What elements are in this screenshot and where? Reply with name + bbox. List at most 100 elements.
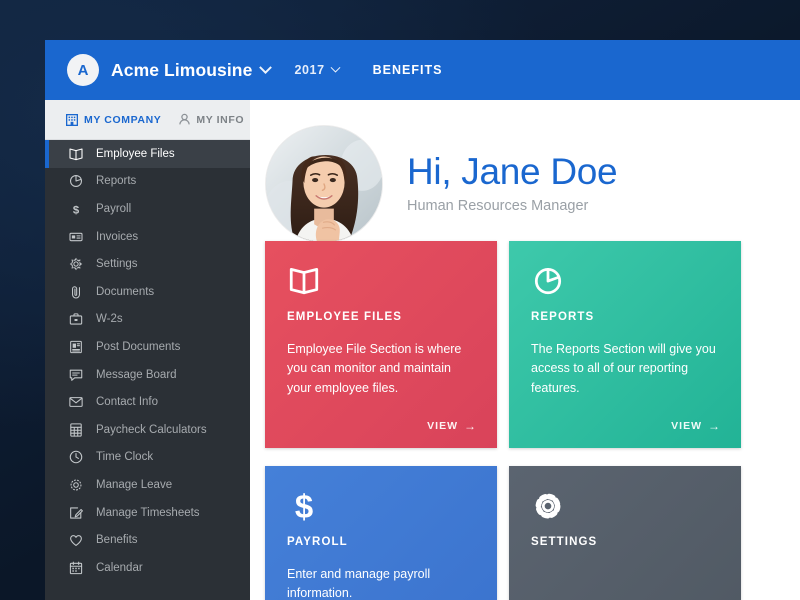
building-icon [65, 113, 79, 127]
sidebar-item-label: Settings [96, 258, 138, 271]
sidebar-item-invoices[interactable]: Invoices [45, 223, 250, 251]
chat-icon [67, 366, 84, 383]
sidebar-item-label: Employee Files [96, 147, 175, 160]
tab-my-info[interactable]: MY INFO [177, 113, 244, 127]
card-view-label: VIEW [427, 420, 458, 432]
sidebar-item-reports[interactable]: Reports [45, 168, 250, 196]
sidebar-item-benefits[interactable]: Benefits [45, 526, 250, 554]
svg-text:$: $ [72, 204, 79, 216]
year-label: 2017 [294, 63, 325, 77]
dollar-icon: $ [67, 200, 84, 217]
card-description: Enter and manage payroll information. [287, 567, 431, 600]
sidebar-item-settings[interactable]: Settings [45, 250, 250, 278]
card-title: EMPLOYEE FILES [287, 311, 403, 323]
card-payroll[interactable]: $ PAYROLL Enter and manage payroll informa… [265, 466, 497, 600]
sidebar-tab-bar: MY COMPANY MY INFO [45, 100, 250, 140]
sidebar-item-label: Post Documents [96, 340, 181, 353]
main-panel: Hi, Jane Doe Human Resources Manager EMP… [250, 100, 800, 600]
book-icon [67, 145, 84, 162]
sun-icon [67, 476, 84, 493]
card-view-link[interactable]: VIEW → [427, 420, 477, 432]
sidebar-item-post-documents[interactable]: Post Documents [45, 333, 250, 361]
dollar-icon: $ [287, 488, 477, 528]
company-name: Acme Limousine [111, 59, 253, 80]
sidebar-item-label: Reports [96, 175, 137, 188]
sidebar-item-label: Calendar [96, 561, 143, 574]
arrow-right-icon: → [464, 419, 477, 433]
top-navigation-bar: A Acme Limousine 2017 BENEFITS [45, 40, 800, 100]
card-icon [67, 228, 84, 245]
greeting-section: Hi, Jane Doe Human Resources Manager [250, 100, 800, 243]
dashboard-card-grid: EMPLOYEE FILES Employee File Section is w… [250, 241, 800, 600]
sidebar-item-label: Payroll [96, 202, 132, 215]
sidebar-item-label: Manage Leave [96, 478, 173, 491]
heart-icon [67, 532, 84, 549]
sidebar-item-paycheck-calculators[interactable]: Paycheck Calculators [45, 416, 250, 444]
card-title: SETTINGS [531, 536, 598, 548]
app-window: A Acme Limousine 2017 BENEFITS MY COMPAN… [45, 40, 800, 600]
sidebar-item-documents[interactable]: Documents [45, 278, 250, 306]
book-icon [287, 263, 477, 303]
sidebar-item-payroll[interactable]: $ Payroll [45, 195, 250, 223]
sidebar-item-contact-info[interactable]: Contact Info [45, 388, 250, 416]
pie-chart-icon [67, 173, 84, 190]
sidebar-item-label: Manage Timesheets [96, 506, 200, 519]
calculator-icon [67, 421, 84, 438]
gear-icon [67, 256, 84, 273]
company-selector[interactable]: Acme Limousine [99, 59, 273, 81]
gear-icon [531, 488, 721, 528]
svg-text:$: $ [295, 488, 313, 522]
sidebar-item-label: Paycheck Calculators [96, 423, 207, 436]
post-doc-icon [67, 338, 84, 355]
sidebar-item-label: Contact Info [96, 396, 159, 409]
sidebar-item-label: Benefits [96, 534, 138, 547]
sidebar: MY COMPANY MY INFO Employee Files Reports… [45, 100, 250, 600]
sidebar-item-label: W-2s [96, 313, 123, 326]
sidebar-item-message-board[interactable]: Message Board [45, 361, 250, 389]
user-role: Human Resources Manager [407, 197, 589, 214]
card-settings[interactable]: SETTINGS [509, 466, 741, 600]
card-reports[interactable]: REPORTS The Reports Section will give you… [509, 241, 741, 448]
sidebar-item-label: Invoices [96, 230, 139, 243]
greeting-text: Hi, Jane Doe Human Resources Manager [407, 151, 618, 214]
sidebar-item-w-2s[interactable]: W-2s [45, 306, 250, 334]
card-employee-files[interactable]: EMPLOYEE FILES Employee File Section is w… [265, 241, 497, 448]
briefcase-icon [67, 311, 84, 328]
card-description: Employee File Section is where you can m… [287, 342, 462, 395]
card-view-link[interactable]: VIEW → [671, 420, 721, 432]
chevron-down-icon [330, 62, 341, 73]
sidebar-item-label: Time Clock [96, 451, 154, 464]
sidebar-item-employee-files[interactable]: Employee Files [45, 140, 250, 168]
company-avatar: A [67, 54, 99, 86]
chevron-down-icon [259, 60, 273, 74]
pie-chart-icon [531, 263, 721, 303]
sidebar-item-time-clock[interactable]: Time Clock [45, 444, 250, 472]
sidebar-item-label: Message Board [96, 368, 177, 381]
sidebar-item-manage-leave[interactable]: Manage Leave [45, 471, 250, 499]
content-area: MY COMPANY MY INFO Employee Files Reports… [45, 100, 800, 600]
paperclip-icon [67, 283, 84, 300]
card-view-label: VIEW [671, 420, 702, 432]
tab-my-company[interactable]: MY COMPANY [65, 113, 161, 127]
clock-icon [67, 449, 84, 466]
tab-my-company-label: MY COMPANY [84, 113, 162, 126]
card-description: The Reports Section will give you access… [531, 342, 716, 395]
envelope-icon [67, 394, 84, 411]
benefits-nav-link[interactable]: BENEFITS [373, 63, 443, 77]
page-title: Hi, Jane Doe [407, 151, 618, 193]
sidebar-item-label: Documents [96, 285, 155, 298]
arrow-right-icon: → [708, 419, 721, 433]
avatar-illustration [266, 125, 382, 242]
edit-note-icon [67, 504, 84, 521]
year-selector[interactable]: 2017 [294, 62, 341, 77]
sidebar-nav-list: Employee Files Reports $ Payroll Invoices Set… [45, 140, 250, 582]
person-icon [177, 113, 191, 127]
user-avatar-photo [265, 124, 383, 243]
calendar-icon [67, 559, 84, 576]
card-title: PAYROLL [287, 536, 348, 548]
company-avatar-letter: A [77, 61, 89, 79]
tab-my-info-label: MY INFO [196, 113, 245, 126]
card-title: REPORTS [531, 311, 595, 323]
sidebar-item-calendar[interactable]: Calendar [45, 554, 250, 582]
sidebar-item-manage-timesheets[interactable]: Manage Timesheets [45, 499, 250, 527]
